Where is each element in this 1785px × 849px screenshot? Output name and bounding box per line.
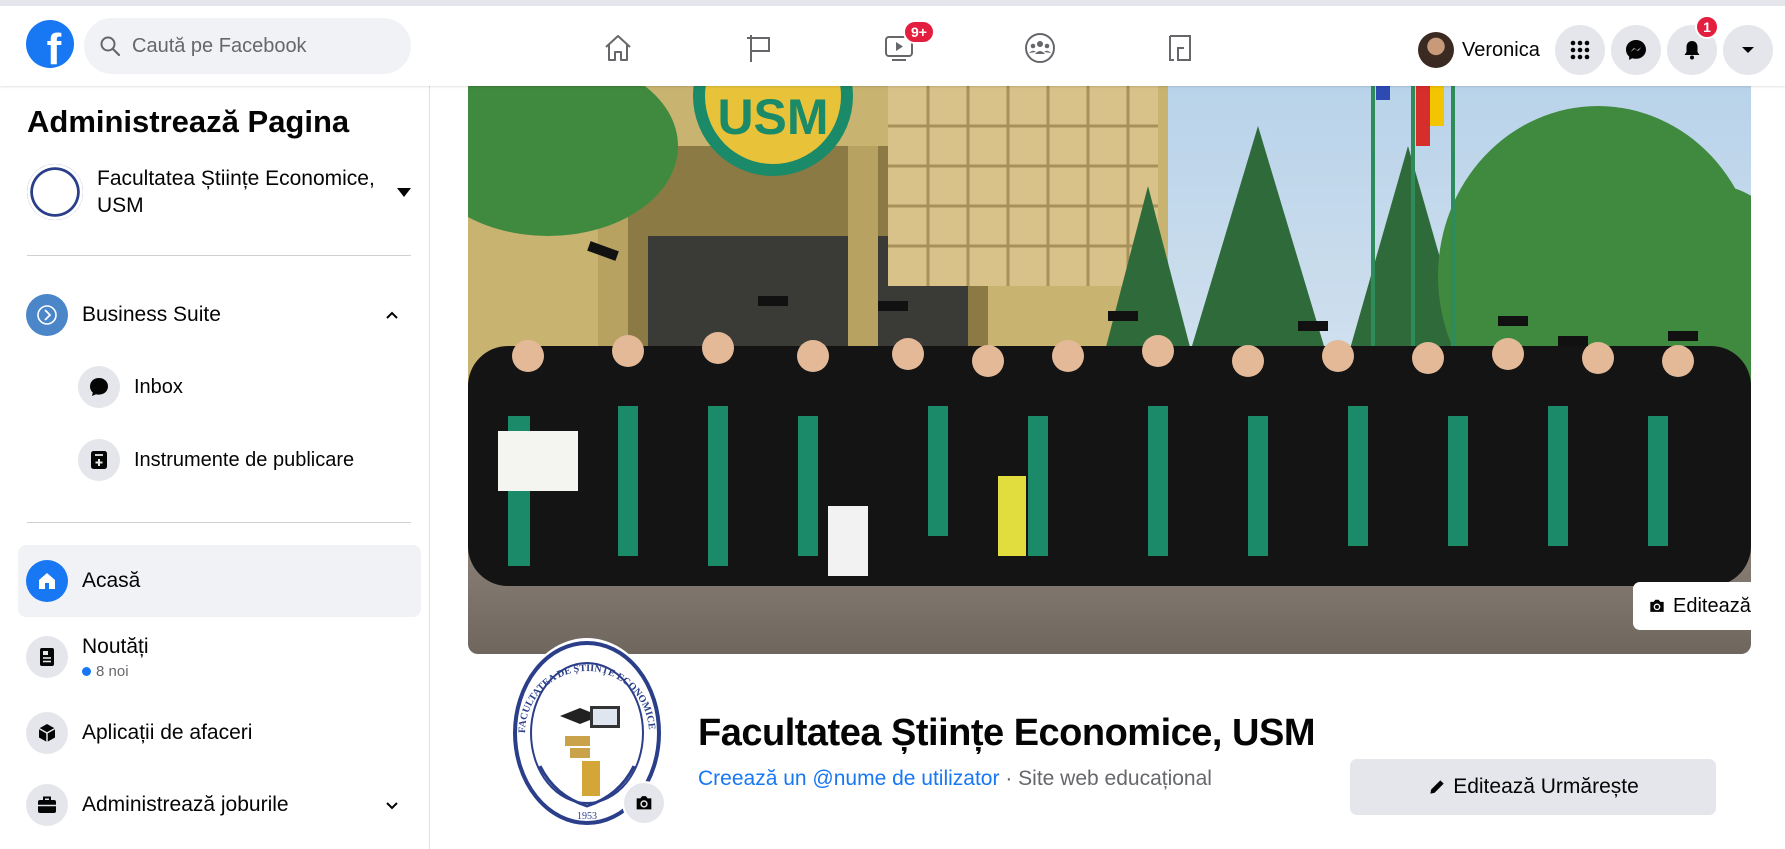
groups-icon (1025, 33, 1055, 63)
sidebar-item-label: Noutăți (82, 634, 149, 658)
edit-cover-label: Editează (1673, 594, 1751, 617)
menu-button[interactable] (1555, 25, 1605, 75)
news-icon (26, 636, 68, 678)
pencil-icon (1430, 780, 1444, 794)
messenger-icon (1626, 40, 1646, 60)
sidebar-item-label: Inbox (134, 375, 183, 398)
nav-groups[interactable] (1020, 28, 1060, 68)
meta-separator: · (999, 767, 1019, 790)
edit-profile-photo-button[interactable] (622, 781, 666, 825)
cover-sign-text: USM (717, 89, 828, 145)
page-meta: Creează un @nume de utilizator · Site we… (698, 767, 1212, 791)
notifications-badge: 1 (1695, 15, 1719, 39)
cover-photo: USM Editează (468, 86, 1751, 654)
divider (27, 522, 411, 523)
flag-icon (747, 35, 770, 62)
avatar (1418, 32, 1454, 68)
chat-bubble-icon (78, 366, 120, 408)
chevron-down-icon[interactable] (383, 796, 401, 814)
sidebar-item-manage-jobs[interactable]: Administrează joburile (18, 769, 421, 841)
page-switcher[interactable]: Facultatea Științe Economice, USM (27, 164, 417, 220)
manage-page-sidebar: Administrează Pagina Facultatea Științe … (0, 86, 430, 849)
sidebar-item-label: Business Suite (82, 303, 221, 326)
messenger-button[interactable] (1611, 25, 1661, 75)
nav-watch[interactable]: 9+ (879, 20, 935, 68)
camera-icon (1650, 599, 1664, 612)
sidebar-item-inbox[interactable]: Inbox (70, 351, 421, 423)
divider (27, 255, 411, 256)
briefcase-icon (26, 784, 68, 826)
cube-icon (26, 712, 68, 754)
profile-name: Veronica (1462, 38, 1540, 61)
page-main-area: USM Editează FACULTATEA DE ȘTIINȚE ECONO… (430, 86, 1785, 849)
sidebar-item-publishing-tools[interactable]: Instrumente de publicare (70, 424, 421, 496)
news-subtitle: 8 noi (82, 663, 149, 680)
home-icon (605, 35, 631, 61)
profile-chip[interactable]: Veronica (1418, 28, 1540, 72)
business-suite-icon (26, 294, 68, 336)
caret-down-icon (1742, 47, 1754, 53)
sidebar-item-home[interactable]: Acasă (18, 545, 421, 617)
watch-badge: 9+ (903, 20, 935, 44)
sidebar-item-business-suite[interactable]: Business Suite (18, 279, 421, 351)
nav-pages[interactable] (740, 28, 780, 68)
search-box[interactable] (84, 18, 411, 74)
caret-down-icon[interactable] (397, 188, 411, 197)
nav-home[interactable] (598, 28, 638, 68)
search-icon (100, 36, 121, 57)
edit-cover-button[interactable]: Editează (1633, 582, 1751, 630)
page-category: Site web educațional (1018, 767, 1212, 790)
home-icon (26, 560, 68, 602)
notifications-button[interactable]: 1 (1667, 15, 1719, 75)
sidebar-item-label: Instrumente de publicare (134, 448, 355, 471)
sidebar-item-news[interactable]: Noutăți 8 noi (18, 621, 421, 693)
page-switcher-name: Facultatea Științe Economice, USM (97, 167, 375, 217)
facebook-logo-letter: f (46, 25, 62, 69)
page-logo-small (27, 164, 83, 220)
create-username-link[interactable]: Creează un @nume de utilizator (698, 767, 999, 790)
sidebar-item-label: Aplicații de afaceri (82, 721, 253, 744)
account-button[interactable] (1723, 25, 1773, 75)
publishing-tools-icon (78, 439, 120, 481)
edit-follow-button[interactable]: Editează Urmărește (1350, 759, 1716, 815)
nav-gaming[interactable] (1160, 28, 1200, 68)
top-navigation-bar: f 9+ Veronica 1 (0, 0, 1785, 86)
camera-icon (636, 796, 652, 810)
chevron-up-icon[interactable] (383, 306, 401, 324)
page-title: Facultatea Științe Economice, USM (698, 712, 1315, 754)
sidebar-item-label: Administrează joburile (82, 793, 289, 816)
grid-menu-icon (1570, 40, 1590, 60)
bell-icon (1684, 41, 1700, 60)
news-count: 8 noi (96, 662, 129, 680)
logo-year: 1953 (577, 811, 597, 822)
facebook-logo[interactable]: f (26, 20, 74, 68)
sidebar-item-business-apps[interactable]: Aplicații de afaceri (18, 697, 421, 769)
sidebar-item-label: Acasă (82, 569, 141, 592)
unread-dot-icon (82, 666, 91, 676)
gaming-icon (1169, 35, 1191, 61)
news-text-block: Noutăți 8 noi (82, 635, 149, 680)
search-input[interactable] (132, 34, 382, 58)
edit-follow-label: Editează Urmărește (1453, 775, 1639, 798)
cover-photo-image: USM (468, 86, 1751, 654)
sidebar-title: Administrează Pagina (27, 104, 350, 139)
